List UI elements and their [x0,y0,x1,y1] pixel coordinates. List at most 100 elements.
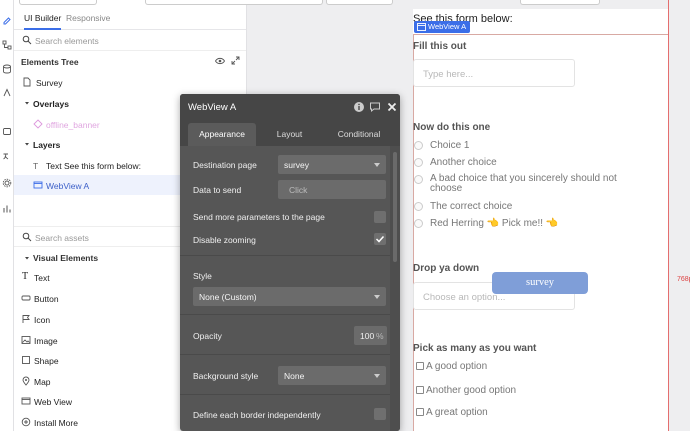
chevron-down-icon[interactable] [22,253,32,263]
background-style-select[interactable]: None [278,366,386,385]
radio-button[interactable] [414,219,423,228]
checkbox[interactable] [416,386,424,394]
pencil-icon[interactable] [2,16,12,26]
settings-icon[interactable] [2,178,12,188]
checkbox-label: Another good option [426,385,517,396]
height-guide-label: 768px [677,276,690,283]
divider [180,314,390,315]
tab-layout[interactable]: Layout [262,123,317,146]
checkbox-title: Pick as many as you want [413,343,537,354]
checkbox[interactable] [416,408,424,416]
radio-label: A bad choice that you sincerely should n… [430,173,617,194]
tree-label: Layers [33,140,61,150]
opacity-input[interactable]: 100 % [354,326,387,345]
top-toolbar-fragment [145,0,323,5]
webview-icon [417,23,426,31]
top-toolbar-fragment [520,0,600,5]
property-editor-header: WebView A [180,94,400,120]
send-more-checkbox[interactable] [374,211,386,223]
webview-icon [21,397,31,405]
height-guide-line [668,0,669,431]
radio-label: The correct choice [430,201,513,212]
webview-icon [33,181,43,189]
tree-label: Overlays [33,99,69,109]
chevron-down-icon[interactable] [22,98,32,108]
border-checkbox[interactable] [374,408,386,420]
tree-label: offline_banner [46,120,100,130]
border-label: Define each border independently [193,410,321,420]
checkbox[interactable] [416,362,424,370]
caret-down-icon [374,374,380,378]
opacity-label: Opacity [193,331,222,341]
plugins-icon[interactable] [2,127,12,137]
page-icon [23,77,31,87]
text-type-icon: T [33,161,39,171]
radio-title: Now do this one [413,122,491,133]
background-style-value: None [284,371,305,381]
logs-icon[interactable] [2,204,12,214]
property-editor-title: WebView A [188,102,237,113]
send-more-label: Send more parameters to the page [193,212,325,222]
style-label: Style [193,271,212,281]
tab-appearance[interactable]: Appearance [188,123,256,146]
data-to-send-input[interactable]: Click [278,180,386,199]
data-to-send-label: Data to send [193,185,242,195]
element-search[interactable]: Search elements [14,30,246,51]
info-icon[interactable] [353,101,365,113]
workflow-icon[interactable] [2,40,12,50]
tree-item-survey[interactable]: Survey [14,72,246,92]
radio-button[interactable] [414,202,423,211]
destination-select[interactable]: survey [278,155,386,174]
visual-element-label: Text [34,273,50,283]
chevron-down-icon[interactable] [22,139,32,149]
visual-element-label: Install More [34,418,78,428]
styles-icon[interactable] [2,88,12,98]
opacity-unit: % [376,331,384,341]
data-icon[interactable] [2,64,12,74]
fill-label: Fill this out [413,41,467,52]
comment-icon[interactable] [369,101,381,113]
map-pin-icon [22,376,30,386]
destination-value: survey [284,160,310,170]
visual-element-label: Image [34,336,58,346]
search-icon [22,35,32,45]
flag-icon [22,315,30,323]
elements-tree-title: Elements Tree [21,57,79,67]
visual-element-label: Icon [34,315,51,325]
search-assets-input[interactable]: Search assets [35,233,89,243]
eye-icon[interactable] [215,57,225,65]
caret-down-icon [374,295,380,299]
shape-icon [22,356,30,364]
tab-ui-builder[interactable]: UI Builder [24,13,62,30]
radio-button[interactable] [414,158,423,167]
visual-element-label: Web View [34,397,72,407]
tab-responsive[interactable]: Responsive [66,13,110,23]
close-icon[interactable] [386,101,398,113]
image-icon [21,336,31,344]
visual-elements-title: Visual Elements [33,253,99,263]
radio-label: Red Herring 👈 Pick me!! 👈 [430,218,559,229]
survey-button[interactable]: survey [492,272,588,294]
checkbox-label: A great option [426,407,488,418]
radio-button[interactable] [414,141,423,150]
dropdown-title: Drop ya down [413,263,480,274]
expand-icon[interactable] [231,56,240,65]
text-input[interactable]: Type here... [413,59,575,87]
tree-label: Survey [36,78,63,88]
property-editor-scrollbar[interactable] [390,146,400,431]
disable-zoom-checkbox[interactable] [374,233,386,245]
radio-label: Choice 1 [430,140,470,151]
top-toolbar-fragment [19,0,97,5]
search-elements-input[interactable]: Search elements [35,36,99,46]
webview-tag[interactable]: WebView A [414,21,471,33]
divider [180,394,390,395]
translate-icon[interactable] [2,152,12,162]
text-input-placeholder: Type here... [423,69,474,80]
style-select[interactable]: None (Custom) [193,287,386,306]
tab-conditional[interactable]: Conditional [325,123,393,146]
plus-circle-icon [21,417,31,427]
radio-label: Another choice [430,157,497,168]
button-icon [21,295,31,301]
radio-button[interactable] [414,175,423,184]
disable-zoom-label: Disable zooming [193,235,256,245]
